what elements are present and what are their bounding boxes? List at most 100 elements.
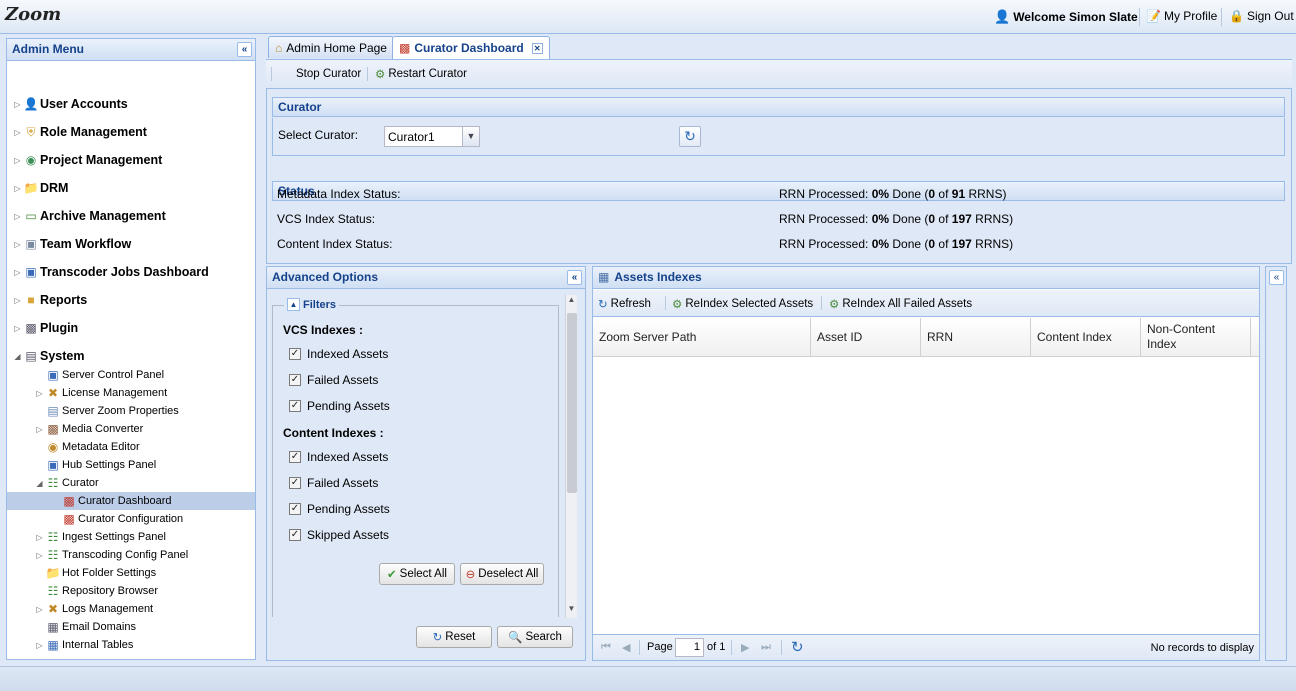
reindex-selected-button[interactable]: ⚙ ReIndex Selected Assets (672, 297, 813, 311)
refresh-icon[interactable]: ↻ (791, 638, 804, 656)
refresh-icon[interactable]: ↻ (679, 126, 701, 147)
checkbox-checked[interactable]: ✓ (289, 451, 301, 463)
menu-item[interactable]: ▷ ▣ Transcoder Jobs Dashboard (13, 263, 208, 281)
menu-item[interactable]: ▷ ◉ Project Management (13, 151, 162, 169)
expand-arrow-icon[interactable]: ▷ (13, 156, 22, 165)
checkbox-checked[interactable]: ✓ (289, 477, 301, 489)
menu-item[interactable]: ☷ Repository Browser (13, 582, 158, 600)
menu-item[interactable]: ◢ ☷ Curator (13, 474, 99, 492)
menu-item[interactable]: ▤ Server Zoom Properties (13, 402, 178, 420)
scroll-up-icon[interactable]: ▲ (566, 295, 577, 307)
tab-admin-home[interactable]: ⌂ Admin Home Page (268, 36, 394, 58)
close-icon[interactable]: ✕ (531, 42, 543, 54)
first-page-icon[interactable]: ⏮ (601, 641, 611, 654)
expand-panel-icon[interactable]: « (1269, 270, 1284, 285)
checkbox-checked[interactable]: ✓ (289, 348, 301, 360)
collapse-left-icon[interactable]: « (567, 270, 582, 285)
deselect-all-button[interactable]: ⊖ Deselect All (460, 563, 544, 585)
last-page-icon[interactable]: ⏭ (761, 641, 771, 654)
scroll-thumb[interactable] (567, 313, 577, 493)
collapse-up-icon[interactable]: ▲ (287, 298, 300, 311)
next-page-icon[interactable]: ▶ (741, 641, 749, 654)
expand-arrow-icon[interactable]: ▷ (13, 212, 22, 221)
prev-page-icon[interactable]: ◀ (622, 641, 630, 654)
menu-item[interactable]: ▷ ✖ License Management (13, 384, 167, 402)
assets-indexes-panel: ▦ Assets Indexes ↻ Refresh ⚙ ReIndex Sel… (592, 266, 1260, 661)
expand-arrow-icon[interactable]: ▷ (13, 128, 22, 137)
expand-arrow-icon[interactable]: ▷ (13, 268, 22, 277)
tab-curator-dashboard[interactable]: ▩ Curator Dashboard ✕ (392, 36, 550, 59)
expand-arrow-icon[interactable]: ▷ (13, 240, 22, 249)
expand-arrow-icon[interactable]: ▷ (13, 324, 22, 333)
menu-item[interactable]: ▦ Email Domains (13, 618, 136, 636)
expanded-arrow-icon[interactable]: ◢ (13, 352, 22, 361)
checkbox-checked[interactable]: ✓ (289, 503, 301, 515)
expand-arrow-icon[interactable]: ▷ (35, 551, 44, 560)
search-button[interactable]: 🔍 Search (497, 626, 573, 648)
checkbox-checked[interactable]: ✓ (289, 529, 301, 541)
expand-arrow-icon[interactable]: ▷ (13, 184, 22, 193)
menu-item[interactable]: ▷ ▩ Media Converter (13, 420, 143, 438)
menu-item[interactable]: ▣ Server Control Panel (13, 366, 164, 384)
refresh-button[interactable]: ↻ Refresh (598, 297, 651, 311)
menu-item[interactable]: ▷ 👤 User Accounts (13, 95, 127, 113)
menu-item[interactable]: ▩ Curator Configuration (13, 510, 183, 528)
filter-checkbox-row[interactable]: ✓ Pending Assets (289, 399, 390, 413)
menu-item[interactable]: ▷ 📁 DRM (13, 179, 68, 197)
filter-checkbox-row[interactable]: ✓ Indexed Assets (289, 450, 388, 464)
menu-item[interactable]: ◉ Metadata Editor (13, 438, 140, 456)
expand-arrow-icon[interactable]: ▷ (13, 296, 22, 305)
menu-item[interactable]: 📁 Hot Folder Settings (13, 564, 157, 582)
column-zoom-server-path[interactable]: Zoom Server Path (593, 318, 811, 356)
collapse-left-icon[interactable]: « (237, 42, 252, 57)
checkbox-checked[interactable]: ✓ (289, 374, 301, 386)
expand-arrow-icon[interactable]: ▷ (35, 425, 44, 434)
filter-checkbox-row[interactable]: ✓ Pending Assets (289, 502, 390, 516)
status-suffix: RRNS) (971, 237, 1014, 251)
menu-item[interactable]: ▷ ▣ Team Workflow (13, 235, 131, 253)
menu-item[interactable]: ▷ ⛨ Role Management (13, 123, 147, 141)
expand-arrow-icon[interactable]: ◢ (35, 479, 44, 488)
column-rrn[interactable]: RRN (921, 318, 1031, 356)
checkbox-label: Indexed Assets (307, 450, 389, 464)
sign-out-link[interactable]: 🔒 Sign Out (1229, 9, 1294, 23)
expand-arrow-icon[interactable]: ▷ (35, 641, 44, 650)
search-label: Search (525, 631, 562, 643)
menu-item[interactable]: ▷ ✖ Logs Management (13, 600, 153, 618)
column-non-content-index[interactable]: Non-Content Index (1141, 318, 1251, 356)
my-profile-link[interactable]: 📝 My Profile (1146, 9, 1217, 23)
menu-item[interactable]: ▷ ▭ Archive Management (13, 207, 165, 225)
status-of: of (935, 237, 952, 251)
filters-scrollbar[interactable]: ▲ ▼ (565, 295, 577, 618)
chevron-down-icon[interactable]: ▼ (462, 127, 479, 146)
expand-arrow-icon[interactable]: ▷ (35, 605, 44, 614)
reset-button[interactable]: ↻ Reset (416, 626, 492, 648)
filter-checkbox-row[interactable]: ✓ Indexed Assets (289, 347, 388, 361)
scroll-down-icon[interactable]: ▼ (566, 604, 577, 616)
filter-checkbox-row[interactable]: ✓ Failed Assets (289, 373, 378, 387)
menu-item-selected[interactable]: ▩ Curator Dashboard (7, 492, 255, 510)
menu-item[interactable]: ▷ ☷ Transcoding Config Panel (13, 546, 188, 564)
menu-item[interactable]: ▷ ☷ Ingest Settings Panel (13, 528, 166, 546)
expand-arrow-icon[interactable]: ▷ (13, 100, 22, 109)
stop-curator-button[interactable]: Stop Curator (296, 68, 361, 80)
expand-arrow-icon[interactable]: ▷ (35, 533, 44, 542)
reindex-failed-button[interactable]: ⚙ ReIndex All Failed Assets (829, 297, 972, 311)
filter-checkbox-row[interactable]: ✓ Skipped Assets (289, 528, 389, 542)
page-number-input[interactable]: 1 (675, 638, 704, 657)
menu-item[interactable]: ◢ ▤ System (13, 347, 84, 365)
filter-checkbox-row[interactable]: ✓ Failed Assets (289, 476, 378, 490)
column-content-index[interactable]: Content Index (1031, 318, 1141, 356)
select-all-button[interactable]: ✔ Select All (379, 563, 455, 585)
menu-item[interactable]: ▷ ▦ Internal Tables (13, 636, 133, 654)
column-asset-id[interactable]: Asset ID (811, 318, 921, 356)
checkbox-checked[interactable]: ✓ (289, 400, 301, 412)
menu-item[interactable]: ▷ ■ Reports (13, 291, 87, 309)
expand-arrow-icon[interactable]: ▷ (35, 389, 44, 398)
filters-legend[interactable]: ▲ Filters (284, 298, 340, 311)
menu-item[interactable]: ▷ ▩ Plugin (13, 319, 78, 337)
curator-select[interactable]: Curator1 ▼ (384, 126, 480, 147)
restart-curator-button[interactable]: ⚙ Restart Curator (375, 67, 467, 81)
menu-item[interactable]: ▣ Hub Settings Panel (13, 456, 156, 474)
menu-item-label: Curator (62, 477, 99, 489)
